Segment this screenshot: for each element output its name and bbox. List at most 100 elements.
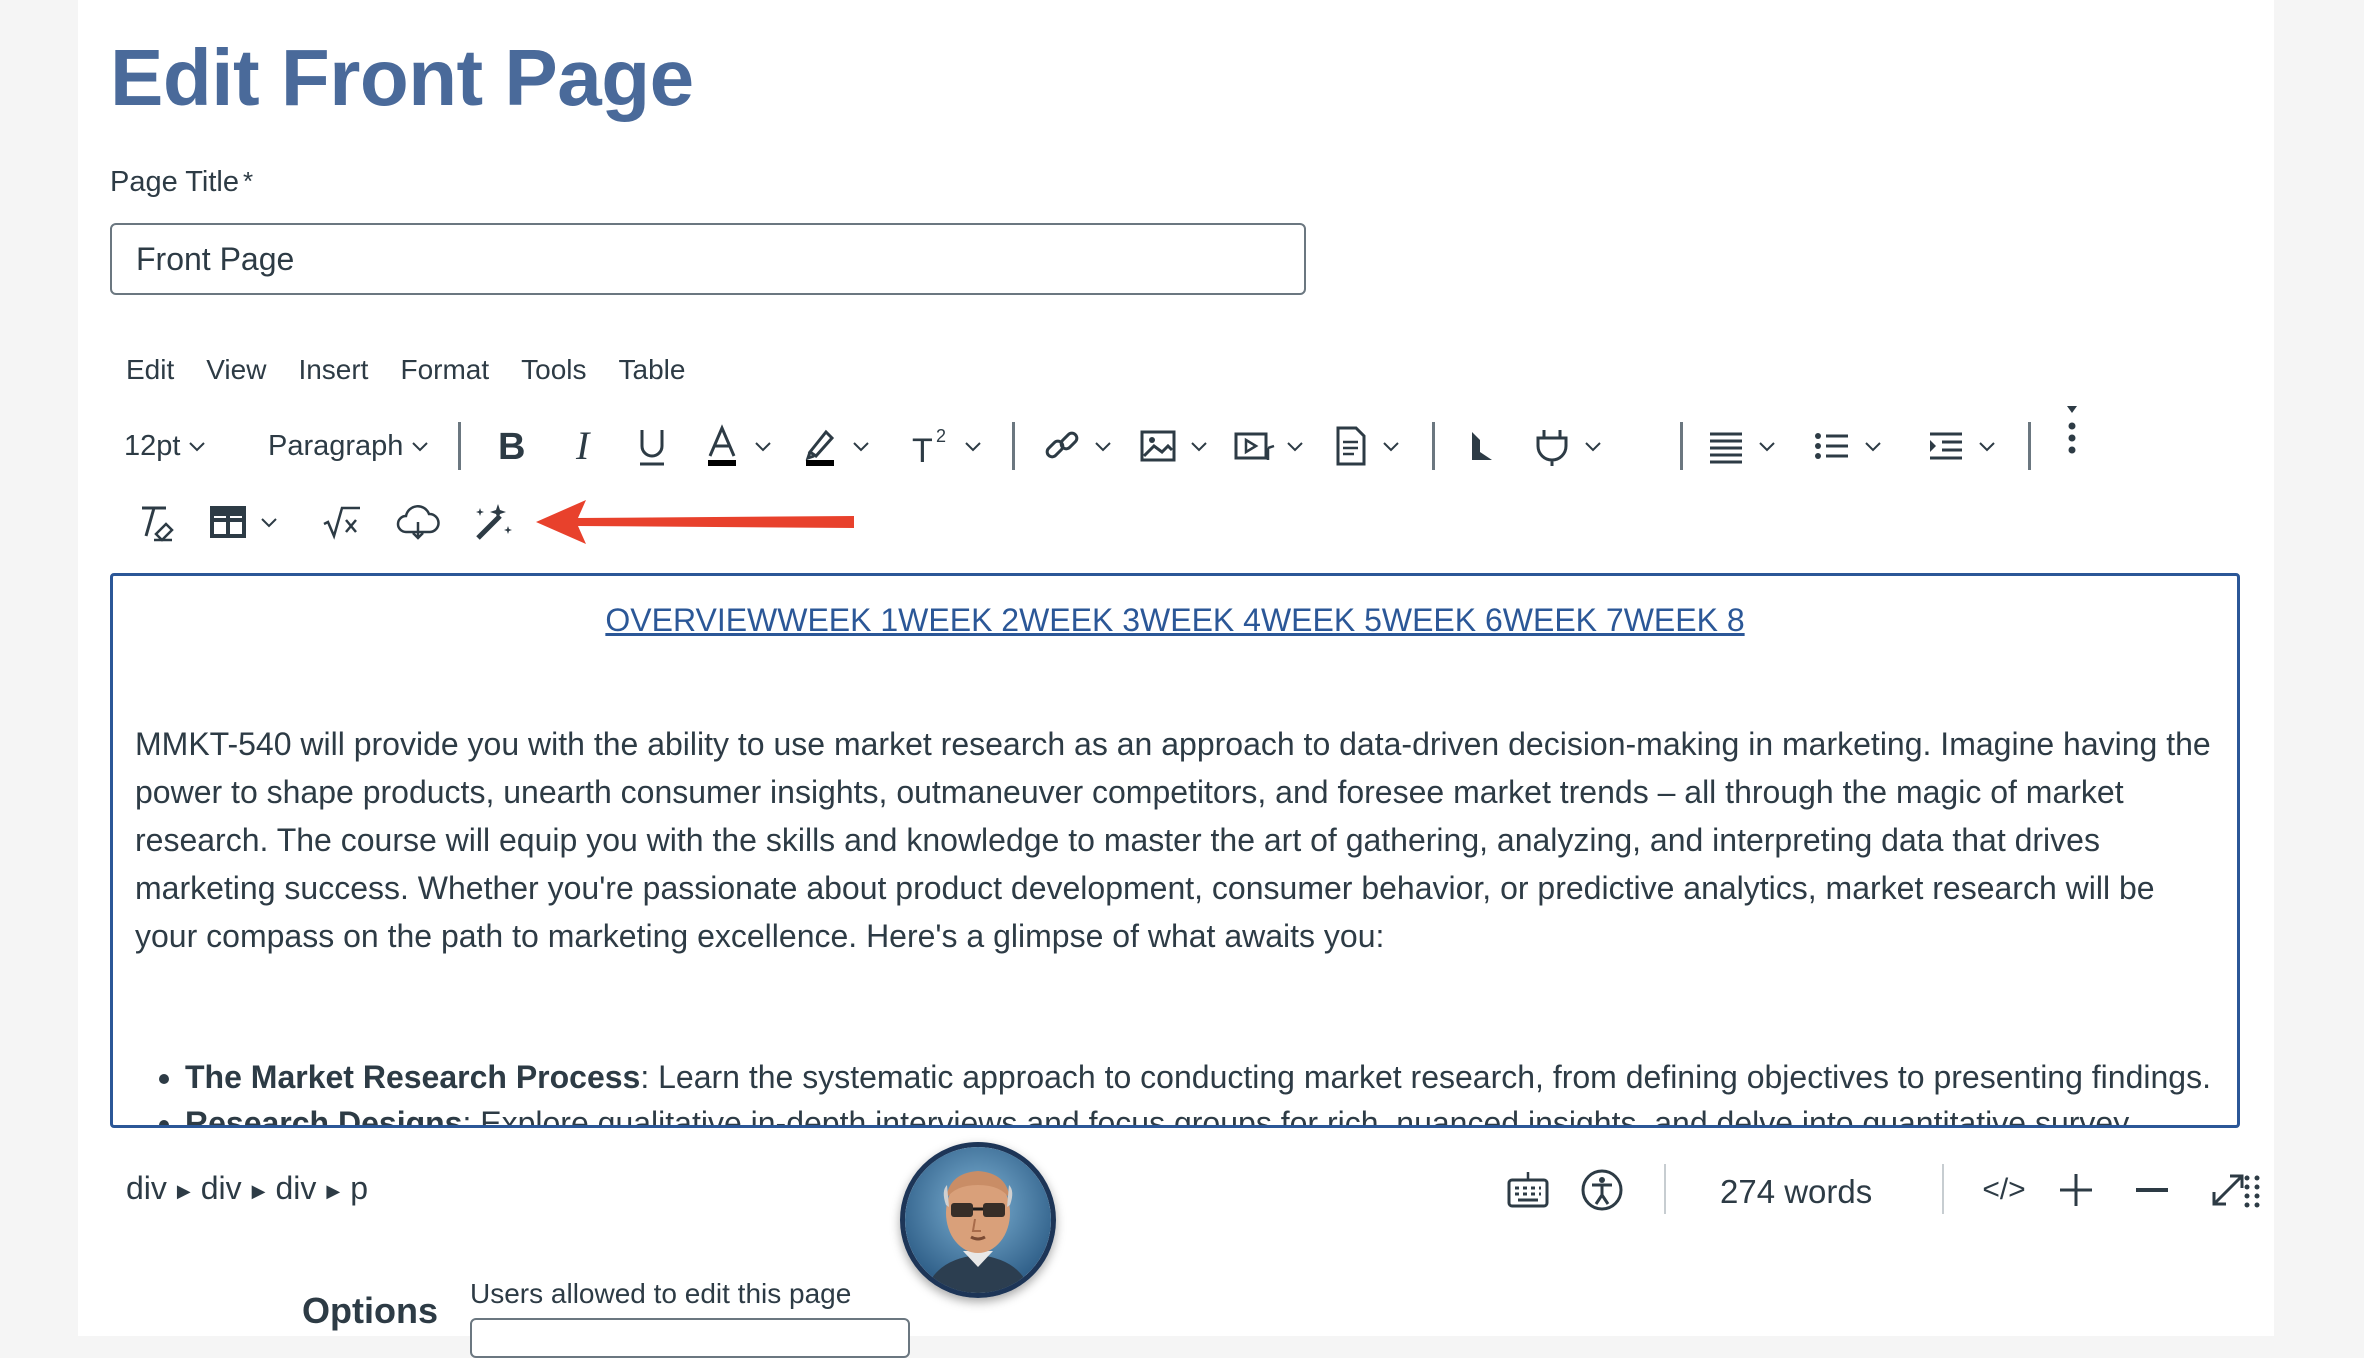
svg-text:I: I [575, 423, 591, 468]
keyboard-shortcuts-button[interactable] [1502, 1164, 1554, 1216]
breadcrumb-separator-icon: ▶ [251, 1180, 266, 1201]
clear-format-button[interactable] [132, 494, 180, 550]
statusbar-separator [1942, 1164, 1944, 1214]
bullet-text: : Explore qualitative in-depth interview… [462, 1105, 2130, 1128]
more-button[interactable] [2060, 404, 2084, 460]
superscript-button[interactable]: T2 [906, 418, 984, 474]
html-editor-toggle[interactable]: </> [1972, 1164, 2036, 1216]
media-icon [1234, 432, 1275, 460]
cloud-button[interactable] [394, 494, 442, 550]
annotation-arrow-icon [536, 500, 854, 544]
topic-bullet-list: The Market Research Process: Learn the s… [163, 1054, 2237, 1128]
required-mark: * [242, 166, 254, 196]
zoom-in-button[interactable] [2050, 1164, 2102, 1216]
toolbar-separator [458, 422, 461, 470]
word-count[interactable]: 274 words [1720, 1160, 1872, 1224]
media-button[interactable] [1230, 418, 1306, 474]
resize-handle[interactable] [2242, 1174, 2262, 1215]
underline-button[interactable] [628, 418, 676, 474]
toolbar-block-format[interactable]: Paragraph [268, 418, 431, 474]
svg-text:T: T [912, 432, 933, 470]
chevron-down-icon [853, 442, 869, 452]
chevron-down-icon [965, 442, 981, 452]
indent-button[interactable] [1922, 418, 1998, 474]
zoom-out-button[interactable] [2126, 1164, 2178, 1216]
italic-icon: I [575, 423, 591, 468]
users-allowed-select[interactable] [470, 1318, 910, 1358]
indent-icon [1930, 432, 1962, 460]
menu-table[interactable]: Table [603, 350, 702, 390]
chevron-down-icon [755, 442, 771, 452]
chevron-down-icon [189, 442, 206, 452]
breadcrumb-item[interactable]: div [276, 1170, 317, 1206]
bullet-list-icon [1815, 433, 1848, 459]
toolbar-separator [2028, 422, 2031, 470]
page-title-label: Page Title * [110, 166, 253, 199]
plus-icon [2060, 1174, 2092, 1206]
editor-statusbar: div ▶ div ▶ div ▶ p 274 words </> [110, 1160, 2244, 1216]
week-nav-links[interactable]: OVERVIEWWEEK 1WEEK 2WEEK 3WEEK 4WEEK 5WE… [113, 602, 2237, 639]
rich-text-editor[interactable]: OVERVIEWWEEK 1WEEK 2WEEK 3WEEK 4WEEK 5WE… [110, 573, 2240, 1128]
document-icon [1336, 426, 1366, 466]
intro-paragraph: MMKT-540 will provide you with the abili… [135, 726, 2211, 954]
table-icon [210, 506, 246, 538]
text-color-button[interactable] [698, 418, 774, 474]
equation-button[interactable] [318, 494, 366, 550]
magic-wand-icon [476, 504, 512, 540]
italic-button[interactable]: I [562, 418, 610, 474]
lti-apps-icon [1472, 432, 1492, 460]
list-item: The Market Research Process: Learn the s… [185, 1054, 2237, 1100]
underline-icon [640, 430, 664, 466]
align-icon [1710, 432, 1742, 464]
bold-icon: B [498, 426, 525, 468]
magic-wand-button[interactable] [468, 494, 516, 550]
bullet-title: Research Designs [185, 1105, 463, 1128]
document-button[interactable] [1326, 418, 1402, 474]
chevron-down-icon [261, 518, 277, 528]
image-button[interactable] [1134, 418, 1210, 474]
menu-view[interactable]: View [190, 350, 282, 390]
page-heading: Edit Front Page [110, 33, 694, 122]
breadcrumb-item[interactable]: p [350, 1170, 368, 1206]
bullet-list-button[interactable] [1808, 418, 1884, 474]
bullet-title: The Market Research Process [185, 1059, 641, 1095]
avatar-portrait-icon [905, 1147, 1051, 1293]
bold-button[interactable]: B [488, 418, 536, 474]
chevron-down-icon [1191, 442, 1207, 452]
menu-insert[interactable]: Insert [282, 350, 384, 390]
lti-apps-button[interactable] [1458, 418, 1506, 474]
clear-format-icon [142, 506, 174, 542]
chevron-down-icon [1287, 442, 1303, 452]
chevron-down-icon [1759, 442, 1775, 452]
menu-format[interactable]: Format [384, 350, 505, 390]
highlight-button[interactable] [796, 418, 872, 474]
accessibility-icon [1581, 1169, 1623, 1211]
highlight-icon [805, 429, 835, 466]
menu-edit[interactable]: Edit [110, 350, 190, 390]
breadcrumb-item[interactable]: div [126, 1170, 167, 1206]
page-title-input[interactable]: Front Page [110, 223, 1306, 295]
more-icon [2067, 406, 2077, 454]
svg-text:B: B [498, 426, 525, 468]
plugin-button[interactable] [1528, 418, 1604, 474]
toolbar-separator [1432, 422, 1435, 470]
chevron-down-icon [1865, 442, 1881, 452]
page-container: Edit Front Page Page Title * Front Page E… [78, 0, 2274, 1358]
block-format-value: Paragraph [268, 429, 404, 462]
font-size-value: 12pt [124, 429, 181, 462]
superscript-icon: T2 [912, 426, 946, 470]
align-button[interactable] [1702, 418, 1778, 474]
breadcrumb-separator-icon: ▶ [176, 1180, 191, 1201]
list-item: Research Designs: Explore qualitative in… [185, 1100, 2237, 1128]
chevron-down-icon [1095, 442, 1111, 452]
chevron-down-icon [1979, 442, 1995, 452]
equation-icon [323, 506, 360, 540]
accessibility-checker-button[interactable] [1576, 1164, 1628, 1216]
breadcrumb-item[interactable]: div [201, 1170, 242, 1206]
table-button[interactable] [204, 494, 280, 550]
menu-tools[interactable]: Tools [505, 350, 602, 390]
toolbar-font-size[interactable]: 12pt [124, 418, 208, 474]
link-button[interactable] [1038, 418, 1114, 474]
options-heading: Options [302, 1290, 438, 1331]
toolbar-separator [1680, 422, 1683, 470]
